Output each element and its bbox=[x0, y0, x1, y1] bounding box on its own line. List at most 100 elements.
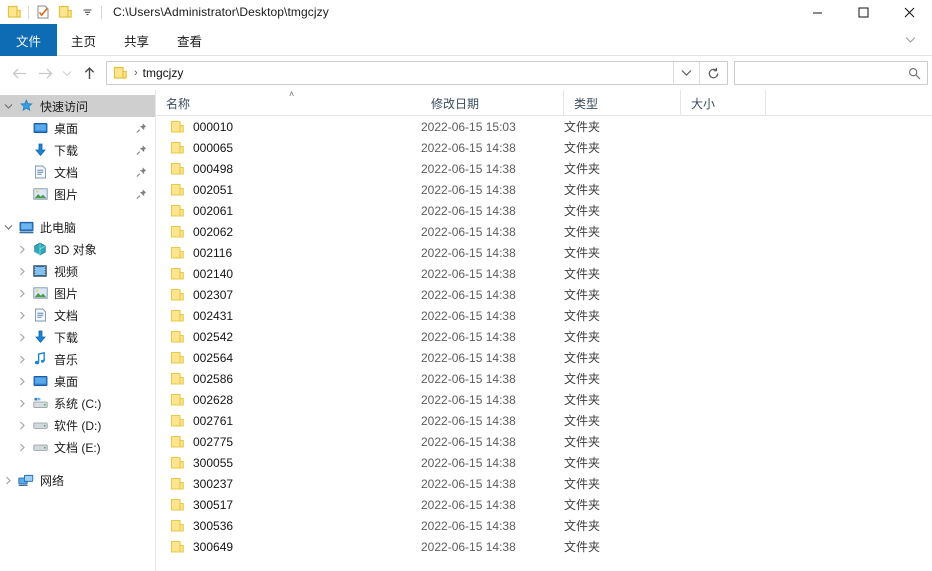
table-row[interactable]: 300517 2022-06-15 14:38 文件夹 bbox=[156, 494, 932, 515]
folder-icon bbox=[170, 435, 185, 449]
search-icon[interactable] bbox=[908, 67, 927, 80]
tab-share[interactable]: 共享 bbox=[110, 24, 163, 56]
qat-dropdown-icon[interactable] bbox=[76, 1, 98, 23]
pin-icon[interactable] bbox=[136, 189, 147, 200]
table-row[interactable]: 002051 2022-06-15 14:38 文件夹 bbox=[156, 179, 932, 200]
pin-icon[interactable] bbox=[136, 145, 147, 156]
file-rows-container[interactable]: 000010 2022-06-15 15:03 文件夹 000065 2022-… bbox=[156, 116, 932, 571]
table-row[interactable]: 002116 2022-06-15 14:38 文件夹 bbox=[156, 242, 932, 263]
music-icon bbox=[30, 352, 50, 366]
chevron-right-icon[interactable] bbox=[14, 377, 30, 386]
sidebar-item-system-c[interactable]: 系统 (C:) bbox=[0, 392, 155, 414]
cell-size bbox=[681, 116, 766, 137]
breadcrumb-dropdown-icon[interactable] bbox=[673, 62, 699, 84]
column-header-size[interactable]: 大小 bbox=[681, 90, 766, 116]
pin-icon[interactable] bbox=[136, 167, 147, 178]
chevron-right-icon[interactable] bbox=[14, 245, 30, 254]
table-row[interactable]: 002307 2022-06-15 14:38 文件夹 bbox=[156, 284, 932, 305]
table-row[interactable]: 002564 2022-06-15 14:38 文件夹 bbox=[156, 347, 932, 368]
close-button[interactable] bbox=[886, 0, 932, 24]
sidebar-item-downloads-qa[interactable]: 下载 bbox=[0, 139, 155, 161]
chevron-right-icon[interactable] bbox=[14, 333, 30, 342]
sidebar-item-pictures-qa[interactable]: 图片 bbox=[0, 183, 155, 205]
chevron-right-icon[interactable] bbox=[14, 311, 30, 320]
table-row[interactable]: 300055 2022-06-15 14:38 文件夹 bbox=[156, 452, 932, 473]
sidebar-label: 软件 (D:) bbox=[54, 418, 102, 433]
desktop-icon bbox=[30, 122, 50, 135]
breadcrumb-item-tmgcjzy[interactable]: tmgcjzy bbox=[143, 66, 184, 80]
table-row[interactable]: 002586 2022-06-15 14:38 文件夹 bbox=[156, 368, 932, 389]
column-label: 名称 bbox=[166, 96, 191, 111]
refresh-icon[interactable] bbox=[699, 62, 727, 84]
cell-name: 300237 bbox=[156, 473, 421, 494]
chevron-right-icon[interactable] bbox=[14, 443, 30, 452]
table-row[interactable]: 002542 2022-06-15 14:38 文件夹 bbox=[156, 326, 932, 347]
tab-home[interactable]: 主页 bbox=[57, 24, 110, 56]
table-row[interactable]: 002761 2022-06-15 14:38 文件夹 bbox=[156, 410, 932, 431]
chevron-down-icon[interactable] bbox=[0, 224, 16, 231]
new-folder-icon[interactable] bbox=[54, 1, 76, 23]
table-row[interactable]: 000010 2022-06-15 15:03 文件夹 bbox=[156, 116, 932, 137]
folder-icon bbox=[170, 351, 185, 365]
cell-size bbox=[681, 263, 766, 284]
3d-objects-icon bbox=[30, 242, 50, 256]
cell-name: 002116 bbox=[156, 242, 421, 263]
search-box[interactable] bbox=[734, 61, 928, 85]
chevron-right-icon[interactable] bbox=[14, 355, 30, 364]
chevron-down-icon[interactable] bbox=[0, 103, 16, 110]
sidebar-item-3d-objects[interactable]: 3D 对象 bbox=[0, 238, 155, 260]
folder-name: 000065 bbox=[193, 140, 234, 155]
sidebar-item-downloads[interactable]: 下载 bbox=[0, 326, 155, 348]
up-button[interactable] bbox=[76, 60, 102, 86]
minimize-button[interactable] bbox=[794, 0, 840, 24]
table-row[interactable]: 002061 2022-06-15 14:38 文件夹 bbox=[156, 200, 932, 221]
sidebar-item-network[interactable]: 网络 bbox=[0, 469, 155, 491]
cell-date-modified: 2022-06-15 15:03 bbox=[421, 119, 516, 134]
recent-locations-button[interactable] bbox=[58, 60, 76, 86]
table-row[interactable]: 002140 2022-06-15 14:38 文件夹 bbox=[156, 263, 932, 284]
table-row[interactable]: 002062 2022-06-15 14:38 文件夹 bbox=[156, 221, 932, 242]
table-row[interactable]: 002775 2022-06-15 14:38 文件夹 bbox=[156, 431, 932, 452]
breadcrumb[interactable]: › tmgcjzy bbox=[106, 61, 728, 85]
table-row[interactable]: 000498 2022-06-15 14:38 文件夹 bbox=[156, 158, 932, 179]
sidebar-item-software-d[interactable]: 软件 (D:) bbox=[0, 414, 155, 436]
navigation-pane[interactable]: 快速访问 桌面 下载 文档 图片 此电脑 3D 对象 视频 图片 文档 下载 音… bbox=[0, 90, 156, 571]
sidebar-item-documents-qa[interactable]: 文档 bbox=[0, 161, 155, 183]
sidebar-item-desktop[interactable]: 桌面 bbox=[0, 370, 155, 392]
sidebar-item-quick-access[interactable]: 快速访问 bbox=[0, 95, 155, 117]
pin-icon[interactable] bbox=[136, 123, 147, 134]
column-header-date-modified[interactable]: 修改日期 bbox=[421, 90, 564, 116]
sidebar-item-music[interactable]: 音乐 bbox=[0, 348, 155, 370]
sidebar-item-pictures[interactable]: 图片 bbox=[0, 282, 155, 304]
column-header-name[interactable]: 名称 ˄ bbox=[156, 90, 421, 116]
chevron-right-icon[interactable] bbox=[0, 476, 16, 485]
chevron-right-icon[interactable] bbox=[14, 399, 30, 408]
chevron-down-icon[interactable] bbox=[896, 24, 924, 56]
sidebar-item-documents-e[interactable]: 文档 (E:) bbox=[0, 436, 155, 458]
table-row[interactable]: 002431 2022-06-15 14:38 文件夹 bbox=[156, 305, 932, 326]
maximize-button[interactable] bbox=[840, 0, 886, 24]
table-row[interactable]: 300237 2022-06-15 14:38 文件夹 bbox=[156, 473, 932, 494]
cell-type: 文件夹 bbox=[564, 435, 601, 449]
search-input[interactable] bbox=[735, 63, 908, 83]
chevron-right-icon[interactable] bbox=[14, 289, 30, 298]
properties-icon[interactable] bbox=[32, 1, 54, 23]
sidebar-item-desktop-qa[interactable]: 桌面 bbox=[0, 117, 155, 139]
column-label: 大小 bbox=[691, 96, 716, 111]
chevron-right-icon[interactable] bbox=[14, 267, 30, 276]
sidebar-item-this-pc[interactable]: 此电脑 bbox=[0, 216, 155, 238]
table-row[interactable]: 000065 2022-06-15 14:38 文件夹 bbox=[156, 137, 932, 158]
table-row[interactable]: 002628 2022-06-15 14:38 文件夹 bbox=[156, 389, 932, 410]
forward-button[interactable] bbox=[32, 60, 58, 86]
back-button[interactable] bbox=[6, 60, 32, 86]
table-row[interactable]: 300649 2022-06-15 14:38 文件夹 bbox=[156, 536, 932, 557]
column-header-type[interactable]: 类型 bbox=[564, 90, 681, 116]
tab-file[interactable]: 文件 bbox=[0, 24, 58, 56]
cell-type: 文件夹 bbox=[564, 141, 601, 155]
sidebar-item-videos[interactable]: 视频 bbox=[0, 260, 155, 282]
table-row[interactable]: 300536 2022-06-15 14:38 文件夹 bbox=[156, 515, 932, 536]
folder-name: 300536 bbox=[193, 518, 234, 533]
tab-view[interactable]: 查看 bbox=[163, 24, 216, 56]
sidebar-item-documents[interactable]: 文档 bbox=[0, 304, 155, 326]
chevron-right-icon[interactable] bbox=[14, 421, 30, 430]
